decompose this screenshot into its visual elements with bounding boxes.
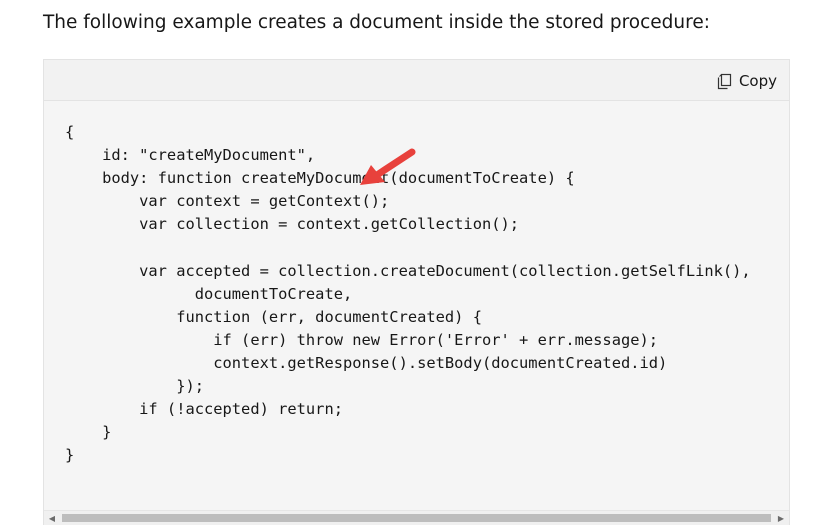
code-area: { id: "createMyDocument", body: function… (44, 101, 789, 511)
code-line: } (65, 446, 75, 465)
code-line: id: "createMyDocument", (65, 146, 316, 165)
scroll-right-arrow-icon[interactable]: ▶ (773, 511, 789, 525)
code-line: function (err, documentCreated) { (65, 307, 482, 326)
code-line: }); (65, 377, 204, 396)
code-content: { id: "createMyDocument", body: function… (65, 121, 751, 467)
code-line: var accepted = collection.createDocument… (65, 261, 751, 280)
code-line: var context = getContext(); (65, 192, 390, 211)
code-line: context.getResponse().setBody(documentCr… (65, 353, 668, 372)
copy-button-label: Copy (738, 72, 777, 90)
scroll-left-arrow-icon[interactable]: ◀ (44, 511, 60, 525)
code-header: Copy (44, 60, 789, 101)
code-line: { (65, 123, 75, 141)
intro-paragraph: The following example creates a document… (43, 12, 710, 33)
horizontal-scrollbar[interactable]: ◀ ▶ (44, 510, 789, 525)
copy-button[interactable]: Copy (716, 70, 777, 92)
copy-icon (716, 73, 733, 90)
code-line: if (!accepted) return; (65, 400, 343, 419)
code-line: if (err) throw new Error('Error' + err.m… (65, 330, 659, 349)
code-line: } (65, 423, 112, 442)
code-block: Copy { id: "createMyDocument", body: fun… (43, 59, 790, 525)
code-line: documentToCreate, (65, 284, 353, 303)
code-line: body: function createMyDocument(document… (65, 169, 575, 188)
scrollbar-thumb[interactable] (62, 514, 771, 522)
code-line: var collection = context.getCollection()… (65, 215, 520, 234)
